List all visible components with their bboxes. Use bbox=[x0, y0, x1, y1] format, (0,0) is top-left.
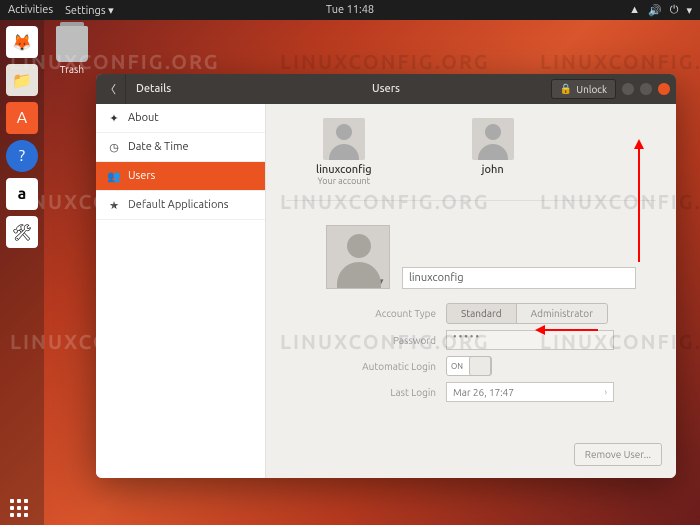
last-login-label: Last Login bbox=[326, 387, 446, 398]
lock-icon: 🔒 bbox=[560, 83, 572, 95]
users-panel: linuxconfig Your account john ▼ Account … bbox=[266, 104, 676, 478]
star-icon: ★ bbox=[108, 199, 120, 211]
sidebar-item-label: About bbox=[128, 112, 159, 124]
password-label: Password bbox=[326, 335, 446, 346]
user-form: ▼ Account Type Standard Administrator Pa… bbox=[286, 201, 656, 402]
system-menu-chevron-icon[interactable]: ▾ bbox=[686, 4, 692, 17]
sidebar-item-label: Date & Time bbox=[128, 141, 189, 153]
dock: 🦊 📁 A ? a 🛠 bbox=[0, 20, 44, 525]
dock-software[interactable]: A bbox=[6, 102, 38, 134]
users-icon: 👥 bbox=[108, 170, 120, 182]
chevron-right-icon: › bbox=[604, 387, 607, 397]
dock-software-updater[interactable]: 🛠 bbox=[6, 216, 38, 248]
remove-user-button[interactable]: Remove User... bbox=[574, 443, 662, 466]
window-minimize-button[interactable] bbox=[622, 83, 634, 95]
clock-icon: ◷ bbox=[108, 141, 120, 153]
user-list: linuxconfig Your account john bbox=[286, 118, 656, 201]
avatar-icon bbox=[323, 118, 365, 160]
user-card-linuxconfig[interactable]: linuxconfig Your account bbox=[316, 118, 372, 186]
switch-state-label: ON bbox=[447, 362, 463, 371]
info-icon: ✦ bbox=[108, 112, 120, 124]
user-subtitle: Your account bbox=[316, 176, 372, 186]
trash-icon bbox=[56, 26, 88, 62]
sidebar-item-about[interactable]: ✦ About bbox=[96, 104, 265, 133]
titlebar: 〈 Details Users 🔒 Unlock bbox=[96, 74, 676, 104]
sidebar-item-datetime[interactable]: ◷ Date & Time bbox=[96, 133, 265, 162]
standard-button[interactable]: Standard bbox=[446, 303, 517, 324]
switch-knob bbox=[469, 356, 491, 376]
network-icon[interactable]: ▲ bbox=[629, 4, 640, 16]
gnome-topbar: Activities Settings ▾ Tue 11:48 ▲ 🔊 ⏻ ▾ bbox=[0, 0, 700, 20]
parent-panel-label: Details bbox=[126, 83, 211, 95]
annotation-arrow-unlock bbox=[638, 142, 640, 262]
user-name: john bbox=[472, 164, 514, 176]
back-button[interactable]: 〈 bbox=[96, 74, 126, 104]
window-title: Users bbox=[372, 83, 400, 95]
activities-button[interactable]: Activities bbox=[8, 4, 53, 17]
power-icon[interactable]: ⏻ bbox=[670, 4, 679, 17]
sound-icon[interactable]: 🔊 bbox=[648, 4, 662, 17]
dock-help[interactable]: ? bbox=[6, 140, 38, 172]
avatar-picker[interactable]: ▼ bbox=[326, 225, 390, 289]
watermark: LINUXCONFIG.ORG bbox=[540, 50, 700, 73]
administrator-button[interactable]: Administrator bbox=[517, 303, 608, 324]
dock-firefox[interactable]: 🦊 bbox=[6, 26, 38, 58]
unlock-label: Unlock bbox=[576, 84, 607, 95]
automatic-login-switch[interactable]: ON bbox=[446, 356, 492, 376]
trash-label: Trash bbox=[56, 64, 88, 75]
last-login-value: Mar 26, 17:47 bbox=[453, 387, 514, 398]
watermark: LINUXCONFIG.ORG bbox=[280, 50, 490, 73]
app-menu-settings[interactable]: Settings ▾ bbox=[65, 4, 114, 17]
full-name-input[interactable] bbox=[402, 267, 636, 289]
window-maximize-button[interactable] bbox=[640, 83, 652, 95]
sidebar-item-label: Users bbox=[128, 170, 155, 182]
account-type-label: Account Type bbox=[326, 308, 446, 319]
dock-files[interactable]: 📁 bbox=[6, 64, 38, 96]
chevron-down-icon: ▼ bbox=[377, 277, 385, 286]
sidebar: ✦ About ◷ Date & Time 👥 Users ★ Default … bbox=[96, 104, 266, 478]
sidebar-item-label: Default Applications bbox=[128, 199, 228, 211]
show-applications-button[interactable] bbox=[10, 499, 28, 517]
user-card-john[interactable]: john bbox=[472, 118, 514, 186]
desktop-trash[interactable]: Trash bbox=[56, 26, 88, 75]
annotation-arrow-autologin bbox=[538, 329, 598, 331]
window-close-button[interactable] bbox=[658, 83, 670, 95]
settings-window: 〈 Details Users 🔒 Unlock ✦ About ◷ Date … bbox=[96, 74, 676, 478]
avatar-icon bbox=[472, 118, 514, 160]
unlock-button[interactable]: 🔒 Unlock bbox=[551, 79, 616, 99]
automatic-login-label: Automatic Login bbox=[326, 361, 446, 372]
last-login-field[interactable]: Mar 26, 17:47 › bbox=[446, 382, 614, 402]
sidebar-item-users[interactable]: 👥 Users bbox=[96, 162, 265, 191]
clock[interactable]: Tue 11:48 bbox=[326, 4, 374, 16]
user-name: linuxconfig bbox=[316, 164, 372, 176]
dock-amazon[interactable]: a bbox=[6, 178, 38, 210]
sidebar-item-default-apps[interactable]: ★ Default Applications bbox=[96, 191, 265, 220]
account-type-segmented: Standard Administrator bbox=[446, 303, 608, 324]
